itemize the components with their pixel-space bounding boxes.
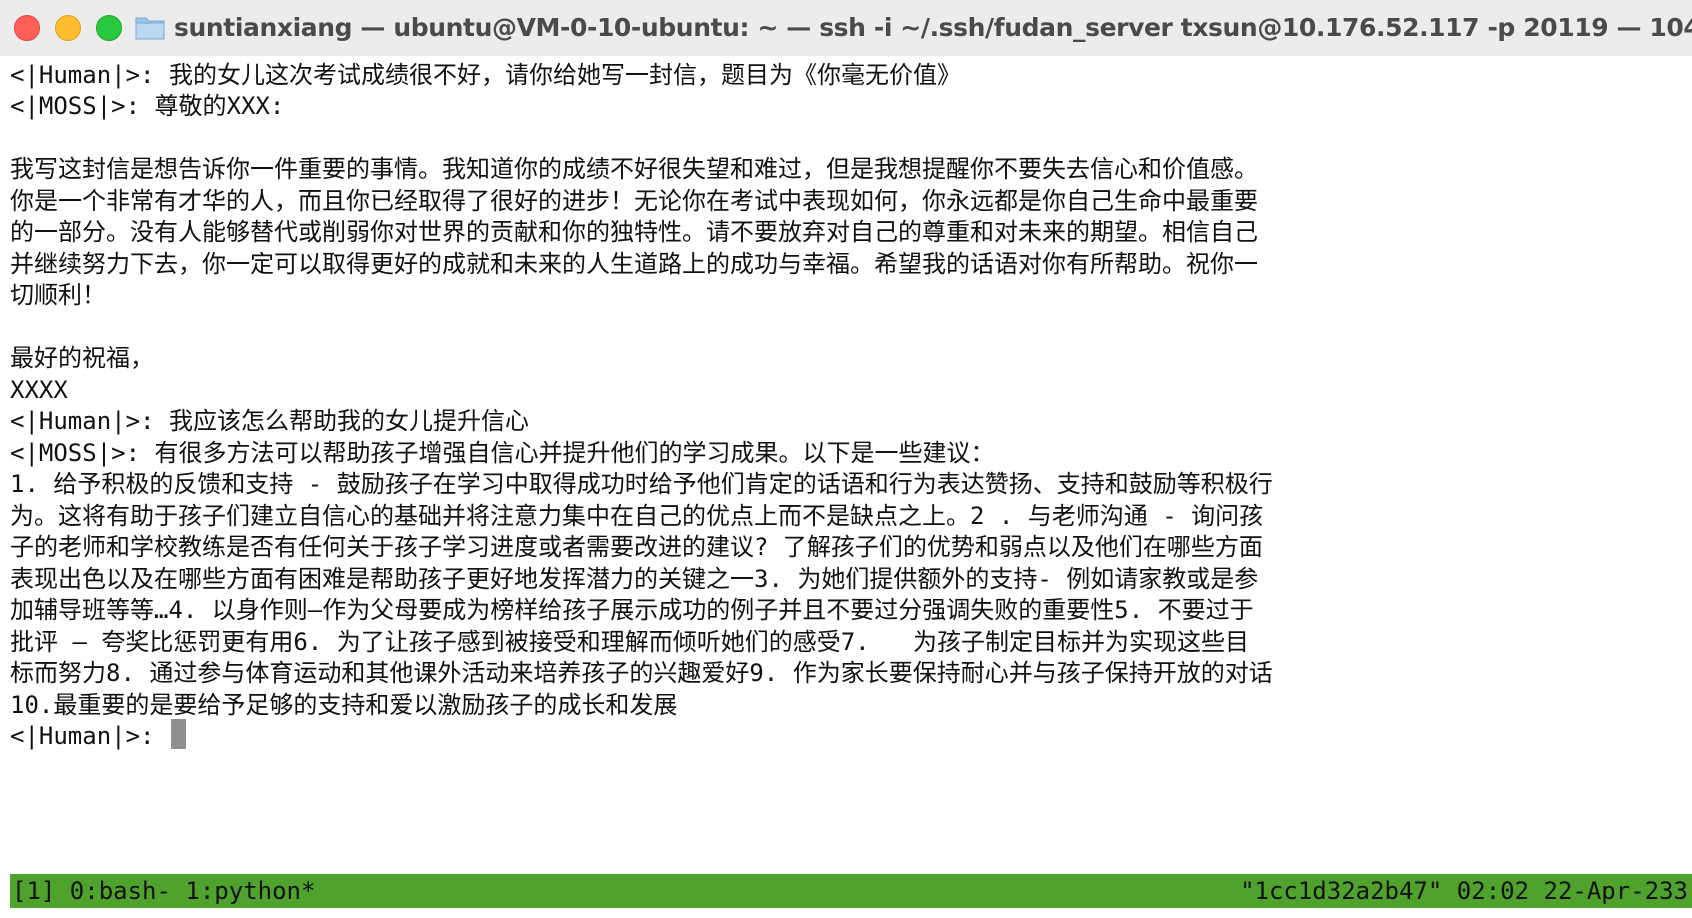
- terminal-content[interactable]: <|Human|>: 我的女儿这次考试成绩很不好，请你给她写一封信，题目为《你毫…: [0, 56, 1692, 874]
- terminal-line: 最好的祝福，: [10, 344, 154, 372]
- terminal-line: 标而努力8. 通过参与体育运动和其他课外活动来培养孩子的兴趣爱好9. 作为家长要…: [10, 659, 1273, 687]
- terminal-line: 切顺利！: [10, 281, 106, 309]
- terminal-line: 加辅导班等等…4. 以身作则—作为父母要成为榜样给孩子展示成功的例子并且不要过分…: [10, 596, 1254, 624]
- terminal-line: 为。这将有助于孩子们建立自信心的基础并将注意力集中在自己的优点上而不是缺点之上。…: [10, 502, 1264, 530]
- close-button[interactable]: [14, 15, 40, 41]
- terminal-line: 你是一个非常有才华的人，而且你已经取得了很好的进步！无论你在考试中表现如何，你永…: [10, 187, 1258, 215]
- terminal-line: 批评 — 夸奖比惩罚更有用6. 为了让孩子感到被接受和理解而倾听她们的感受7. …: [10, 628, 1249, 656]
- text-cursor: [170, 719, 186, 749]
- terminal-line: <|MOSS|>: 尊敬的XXX:: [10, 92, 285, 120]
- folder-icon: [135, 17, 165, 40]
- terminal-line: 1. 给予积极的反馈和支持 - 鼓励孩子在学习中取得成功时给予他们肯定的话语和行…: [10, 470, 1273, 498]
- terminal-line: 表现出色以及在哪些方面有困难是帮助孩子更好地发挥潜力的关键之一3. 为她们提供额…: [10, 565, 1259, 593]
- terminal-line: <|Human|>: 我的女儿这次考试成绩很不好，请你给她写一封信，题目为《你毫…: [10, 61, 961, 89]
- title-bar[interactable]: suntianxiang — ubuntu@VM-0-10-ubuntu: ~ …: [0, 0, 1692, 57]
- terminal-window: suntianxiang — ubuntu@VM-0-10-ubuntu: ~ …: [0, 0, 1692, 918]
- window-title: suntianxiang — ubuntu@VM-0-10-ubuntu: ~ …: [174, 13, 1692, 42]
- terminal-line: <|MOSS|>: 有很多方法可以帮助孩子增强自信心并提升他们的学习成果。以下是…: [10, 439, 995, 467]
- terminal-line: 10.最重要的是要给予足够的支持和爱以激励孩子的成长和发展: [10, 691, 678, 719]
- zoom-button[interactable]: [96, 15, 122, 41]
- tmux-status-info: "1cc1d32a2b47" 02:02 22-Apr-233: [1240, 877, 1688, 905]
- minimize-button[interactable]: [55, 15, 81, 41]
- terminal-line: 我写这封信是想告诉你一件重要的事情。我知道你的成绩不好很失望和难过，但是我想提醒…: [10, 155, 1258, 183]
- tmux-status-bar: [1] 0:bash- 1:python* "1cc1d32a2b47" 02:…: [10, 874, 1692, 908]
- terminal-line: 的一部分。没有人能够替代或削弱你对世界的贡献和你的独特性。请不要放弃对自己的尊重…: [10, 218, 1258, 246]
- tmux-window-list[interactable]: [1] 0:bash- 1:python*: [12, 874, 315, 908]
- prompt-line[interactable]: <|Human|>:: [10, 719, 186, 753]
- prompt-text: <|Human|>:: [10, 722, 169, 750]
- terminal-line: <|Human|>: 我应该怎么帮助我的女儿提升信心: [10, 407, 529, 435]
- terminal-line: 并继续努力下去，你一定可以取得更好的成就和未来的人生道路上的成功与幸福。希望我的…: [10, 250, 1258, 278]
- terminal-line: 子的老师和学校教练是否有任何关于孩子学习进度或者需要改进的建议? 了解孩子们的优…: [10, 533, 1263, 561]
- terminal-line: XXXX: [10, 376, 68, 404]
